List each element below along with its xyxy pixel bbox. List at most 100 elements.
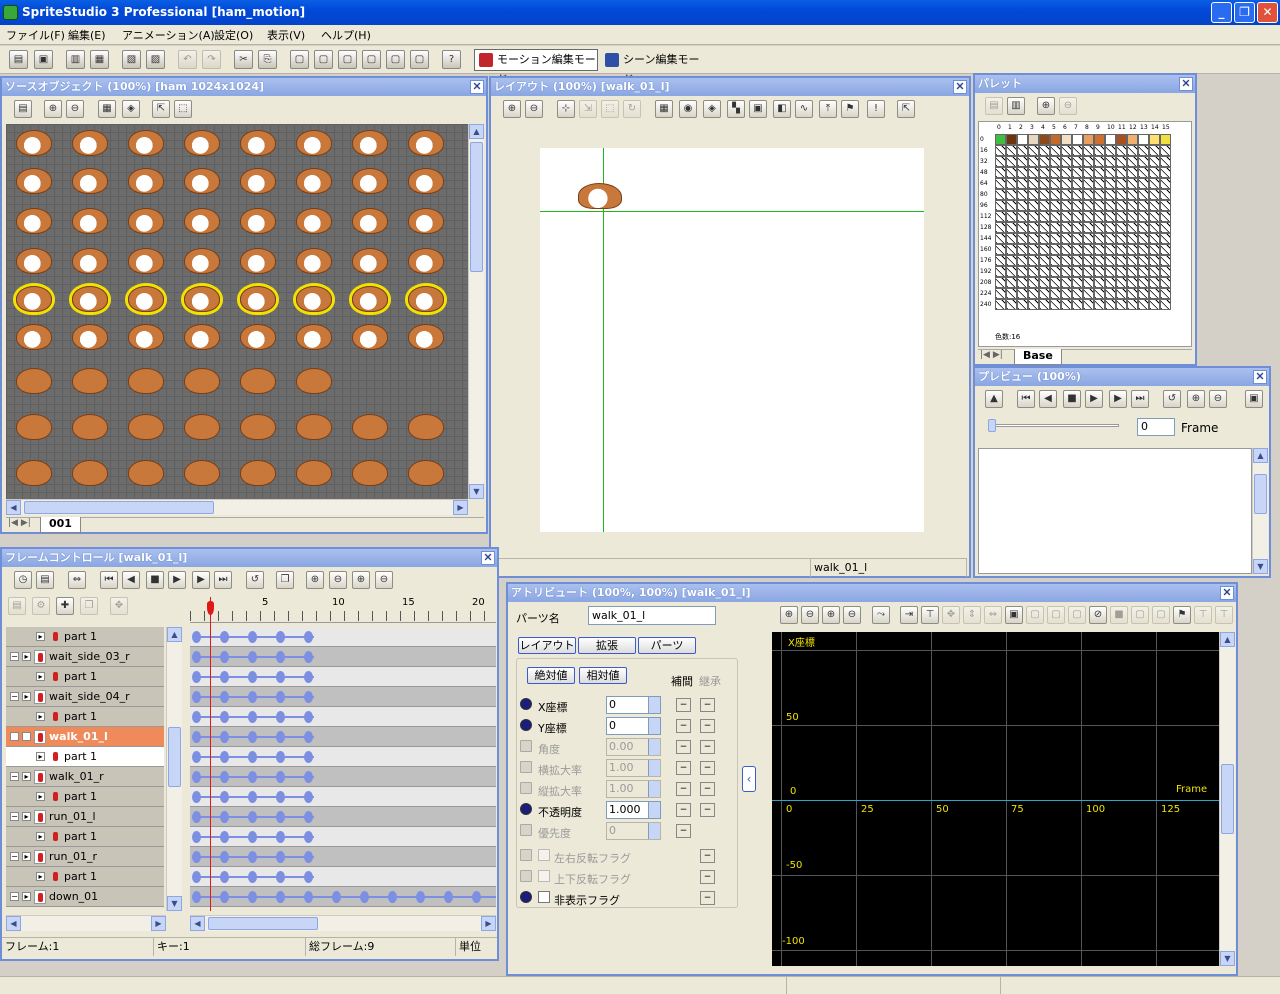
load-icon[interactable]: ▧ [122,50,141,69]
palette-cell[interactable] [1149,288,1160,299]
graph-zoom-in-icon[interactable]: ⊕ [780,606,798,624]
sprite-cell[interactable] [408,208,444,234]
palette-cell[interactable] [1105,178,1116,189]
palette-cell[interactable] [1061,145,1072,156]
palette-cell[interactable] [1028,277,1039,288]
sprite-cell[interactable] [408,324,444,350]
insert-frame-icon[interactable]: ⇔ [68,571,86,589]
palette-cell[interactable] [1006,156,1017,167]
sprite-cell[interactable] [184,324,220,350]
palette-close-button[interactable]: ✕ [1179,77,1193,91]
palette-cell[interactable] [1050,244,1061,255]
flag-icon[interactable]: ⚑ [841,100,859,118]
palette-cell[interactable] [1094,299,1105,310]
palette-cell[interactable] [1149,266,1160,277]
interp-toggle[interactable]: − [676,740,691,754]
absolute-mode-button[interactable]: 絶対値 [527,667,575,684]
palette-cell[interactable] [1116,233,1127,244]
anchor-icon[interactable]: ⤒ [819,100,837,118]
interp-toggle[interactable]: − [676,803,691,817]
palette-cell[interactable] [1149,244,1160,255]
track-scroll-up[interactable]: ▲ [167,627,182,642]
rotate-icon[interactable]: ↻ [623,100,641,118]
collapse-toggle[interactable]: − [10,652,19,661]
palette-cell[interactable] [1028,134,1039,145]
palette-cell[interactable] [1006,211,1017,222]
move-icon[interactable]: ⇲ [579,100,597,118]
palette-cell[interactable] [1116,156,1127,167]
graph-tool-10-icon[interactable]: ▢ [1131,606,1149,624]
visibility-toggle[interactable]: ▸ [22,812,31,821]
keyframe[interactable] [444,891,453,903]
sprite-cell[interactable] [16,414,52,440]
sprite-cell[interactable] [184,208,220,234]
palette-cell[interactable] [1094,156,1105,167]
keyframe[interactable] [248,731,257,743]
palette-cell[interactable] [1094,277,1105,288]
palette-cell[interactable] [995,200,1006,211]
export-icon[interactable]: ▦ [90,50,109,69]
keyframe[interactable] [304,731,313,743]
window-3-icon[interactable]: ▢ [338,50,357,69]
palette-cell[interactable] [1083,255,1094,266]
collapse-toggle[interactable]: − [10,732,19,741]
menu-edit[interactable]: 編集(E) [68,27,106,43]
keyframe[interactable] [276,691,285,703]
flag-inherit-toggle[interactable]: − [700,891,715,905]
inherit-toggle[interactable]: − [700,740,715,754]
keyframe[interactable] [276,711,285,723]
timeline-row[interactable] [190,887,496,907]
keyframe[interactable] [304,771,313,783]
keyframe[interactable] [248,851,257,863]
keyframe[interactable] [192,731,201,743]
play-icon[interactable]: ▶ [168,571,186,589]
sprite-cell[interactable] [16,286,52,312]
palette-cell[interactable] [1105,266,1116,277]
visibility-toggle[interactable]: ▸ [22,892,31,901]
palette-cell[interactable] [1094,288,1105,299]
preview-slider-thumb[interactable] [988,419,996,432]
keyframe[interactable] [192,831,201,843]
palette-cell[interactable] [1039,288,1050,299]
palette-cell[interactable] [1116,266,1127,277]
part-track-row[interactable]: ▸ part 1 [6,707,164,727]
flag-key-indicator[interactable] [520,891,532,903]
palette-cell[interactable] [1072,266,1083,277]
window-2-icon[interactable]: ▢ [314,50,333,69]
spin-buttons[interactable] [648,739,660,755]
interp-toggle[interactable]: − [676,698,691,712]
sprite-cell[interactable] [296,368,332,394]
sprite-cell[interactable] [184,286,220,312]
sprite-cell[interactable] [16,130,52,156]
palette-cell[interactable] [1028,233,1039,244]
sprite-cell[interactable] [296,208,332,234]
palette-cell[interactable] [1094,178,1105,189]
inherit-toggle[interactable]: − [700,782,715,796]
flag-key-indicator[interactable] [520,870,532,882]
palette-cell[interactable] [1050,189,1061,200]
keyframe[interactable] [276,811,285,823]
track-open-icon[interactable]: ▤ [8,597,26,615]
palette-cell[interactable] [1138,156,1149,167]
keyframe[interactable] [192,691,201,703]
keyframe[interactable] [276,731,285,743]
keyframe[interactable] [192,771,201,783]
part-track-row[interactable]: ▸ part 1 [6,867,164,887]
palette-cell[interactable] [1094,134,1105,145]
palette-cell[interactable] [1116,167,1127,178]
attribute-value-input[interactable]: 1.00 [606,759,661,777]
palette-cell[interactable] [1061,167,1072,178]
palette-cell[interactable] [1138,145,1149,156]
palette-cell[interactable] [1039,277,1050,288]
palette-cell[interactable] [1083,134,1094,145]
sprite-cell[interactable] [296,130,332,156]
motion-track-row[interactable]: − ▸ walk_01_r [6,767,164,787]
timeline-row[interactable] [190,847,496,867]
preview-last-icon[interactable]: ⏭ [1131,390,1149,408]
sprite-cell[interactable] [408,168,444,194]
inherit-toggle[interactable]: − [700,761,715,775]
palette-cell[interactable] [995,178,1006,189]
palette-cell[interactable] [1105,200,1116,211]
scroll-down-arrow[interactable]: ▼ [469,484,484,499]
timeline[interactable] [190,627,496,911]
